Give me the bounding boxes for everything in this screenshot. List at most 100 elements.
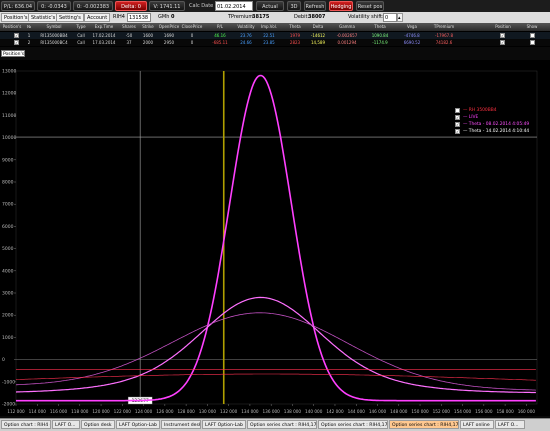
show-checkbox[interactable]	[530, 33, 535, 38]
column-header[interactable]: ClosePrice	[181, 23, 203, 31]
legend-checkbox[interactable]: ✓	[455, 122, 460, 127]
row-select-checkbox[interactable]: ✓	[14, 33, 19, 38]
table-cell-gamma: 0.001294	[337, 40, 357, 45]
legend-label: — Theta - 08.02.2014 4:05:49	[463, 122, 530, 127]
column-header[interactable]: Volatility	[235, 23, 257, 31]
column-header[interactable]: Imp.Vol.	[258, 23, 280, 31]
legend-item[interactable]: ✓ — Theta - 08.02.2014 4:05:49	[455, 121, 529, 128]
x-tick-label: 154 000	[454, 409, 472, 414]
actual-price-button[interactable]: Actual Price	[256, 1, 284, 20]
column-header[interactable]: Theta	[285, 23, 305, 31]
3d-button[interactable]: 3D	[287, 1, 301, 11]
column-header[interactable]: №	[24, 23, 34, 31]
instrument-label: RIH4	[113, 14, 125, 20]
taskbar-window-button[interactable]: LAFT Option-Lab	[202, 420, 246, 429]
legend-item[interactable]: ✓ — Theta - 14.02.2014 4:10:44	[455, 128, 529, 135]
x-tick-label: 140 000	[305, 409, 323, 414]
taskbar-window-button[interactable]: Option chart : RIH4 online	[1, 420, 51, 429]
column-header[interactable]: Shares	[120, 23, 138, 31]
pnl-indicator[interactable]: P/L: 636.04	[1, 1, 35, 11]
position-checkbox[interactable]: ✓	[500, 33, 505, 38]
column-header[interactable]: Delta	[306, 23, 330, 31]
x-tick-label: 156 000	[475, 409, 493, 414]
x-tick-label: 134 000	[241, 409, 259, 414]
x-tick-label: 148 000	[390, 409, 408, 414]
table-cell-gamma: -0.002657	[336, 33, 358, 38]
volatility-shift-label: Volatility shift:	[348, 14, 384, 20]
column-header[interactable]: Position	[490, 23, 516, 31]
show-checkbox[interactable]	[530, 40, 535, 45]
legend-item[interactable]: ✓ — LIVE	[455, 114, 525, 121]
legend-item[interactable]: — RH 3500BB4	[455, 107, 525, 114]
tab-account[interactable]: Account	[84, 13, 111, 22]
column-header[interactable]: Exp.Time	[89, 23, 119, 31]
y-tick-label: 11000	[2, 113, 16, 119]
taskbar-window-button[interactable]: Option desk	[81, 420, 115, 429]
taskbar-window-button[interactable]: Option series chart : RIH4,17.02.2014 - …	[247, 420, 317, 429]
tab-positions[interactable]: Position's	[1, 13, 31, 22]
table-cell-exp: 17.03.2014	[92, 40, 116, 45]
volatility-spinner-icon[interactable]: ▴	[397, 13, 403, 22]
calc-date-input[interactable]: 01.02.2014	[215, 1, 253, 11]
column-header[interactable]: Type	[74, 23, 88, 31]
y-tick-label: 13000	[2, 69, 16, 75]
instrument-price[interactable]: 131538	[127, 13, 151, 22]
greek-indicator-1[interactable]: 0: -0.0343	[37, 1, 71, 11]
table-cell-delta: 14,589	[311, 40, 325, 45]
taskbar-window-button[interactable]: Option series chart : RIH4,17.02.2014 - …	[389, 420, 459, 429]
chart-toolbar: Position's 1002.8	[0, 47, 550, 126]
x-tick-label: 112 000	[7, 409, 25, 414]
x-tick-label: 132 000	[220, 409, 238, 414]
greek-indicator-2[interactable]: 0: -0.002383	[73, 1, 113, 11]
taskbar-window-button[interactable]: LAFT Option-Lab	[116, 420, 160, 429]
taskbar-window-button[interactable]: Instrument desk	[161, 420, 201, 429]
column-header[interactable]: Theta	[364, 23, 396, 31]
taskbar-window-button[interactable]: Option series chart : RIH4,17.03.2014 - …	[318, 420, 388, 429]
position-checkbox[interactable]: ✓	[500, 40, 505, 45]
table-cell-theta: 2823	[289, 40, 301, 45]
table-cell-exp: 17.02.2014	[92, 33, 116, 38]
legend-checkbox[interactable]	[455, 108, 460, 113]
x-tick-label: 124 000	[135, 409, 153, 414]
column-header[interactable]: Symbol	[35, 23, 73, 31]
legend-label: — Theta - 14.02.2014 4:10:44	[463, 129, 530, 134]
table-row[interactable]: ✓ 2 RI135000BC4 Call 17.03.2014 37 2000 2950 0 -6…	[0, 39, 550, 46]
delta-indicator[interactable]: Delta: 0	[115, 1, 147, 11]
table-row[interactable]: ✓ 1 RI135000BB4 Call 17.02.2014 -50 1600 1690 0 4…	[0, 32, 550, 39]
column-header[interactable]: Gamma	[331, 23, 363, 31]
x-tick-label: 130 000	[199, 409, 217, 414]
y-tick-label: 6000	[2, 224, 14, 230]
chart-mode-select[interactable]: Position's	[1, 50, 25, 57]
table-cell-shares: -50	[125, 33, 133, 38]
table-cell-open: 2950	[163, 40, 175, 45]
table-cell-impvol: 23.85	[263, 40, 275, 45]
column-header[interactable]: Show	[520, 23, 544, 31]
taskbar-window-button[interactable]: LAFT O...	[495, 420, 525, 429]
column-header[interactable]: OpenPrice	[158, 23, 180, 31]
vega-indicator[interactable]: V: 1741.11	[149, 1, 185, 11]
tab-statistics[interactable]: Statistic's	[28, 13, 59, 22]
table-cell-close: 0	[190, 40, 194, 45]
reset-pos-button[interactable]: Reset pos	[356, 1, 384, 11]
row-select-checkbox[interactable]: ✓	[14, 40, 19, 45]
volatility-shift-input[interactable]: 0	[383, 13, 397, 22]
hedging-button[interactable]: Hedging	[329, 1, 353, 11]
positions-table: Position's № Symbol Type Exp.Time Shares Strik…	[0, 23, 550, 47]
column-header[interactable]: Position's	[1, 23, 23, 31]
table-cell-pl: 46.16	[214, 33, 226, 38]
refresh-button[interactable]: Refresh	[304, 1, 326, 11]
tab-settings[interactable]: Setting's	[56, 13, 84, 22]
x-tick-label: 128 000	[177, 409, 195, 414]
legend-checkbox[interactable]: ✓	[455, 129, 460, 134]
column-header[interactable]: Vega	[397, 23, 427, 31]
column-header[interactable]: Strike	[139, 23, 157, 31]
taskbar-window-button[interactable]: LAFT online	[460, 420, 494, 429]
legend-checkbox[interactable]: ✓	[455, 115, 460, 120]
column-header[interactable]: TPremium	[428, 23, 460, 31]
x-tick-label: 116 000	[50, 409, 68, 414]
taskbar-window-button[interactable]: LAFT O...	[52, 420, 80, 429]
column-header[interactable]: P/L	[206, 23, 234, 31]
y-tick-label: 0	[2, 357, 5, 363]
table-cell-strike: 2000	[142, 40, 154, 45]
y-tick-label: 8000	[2, 180, 14, 186]
